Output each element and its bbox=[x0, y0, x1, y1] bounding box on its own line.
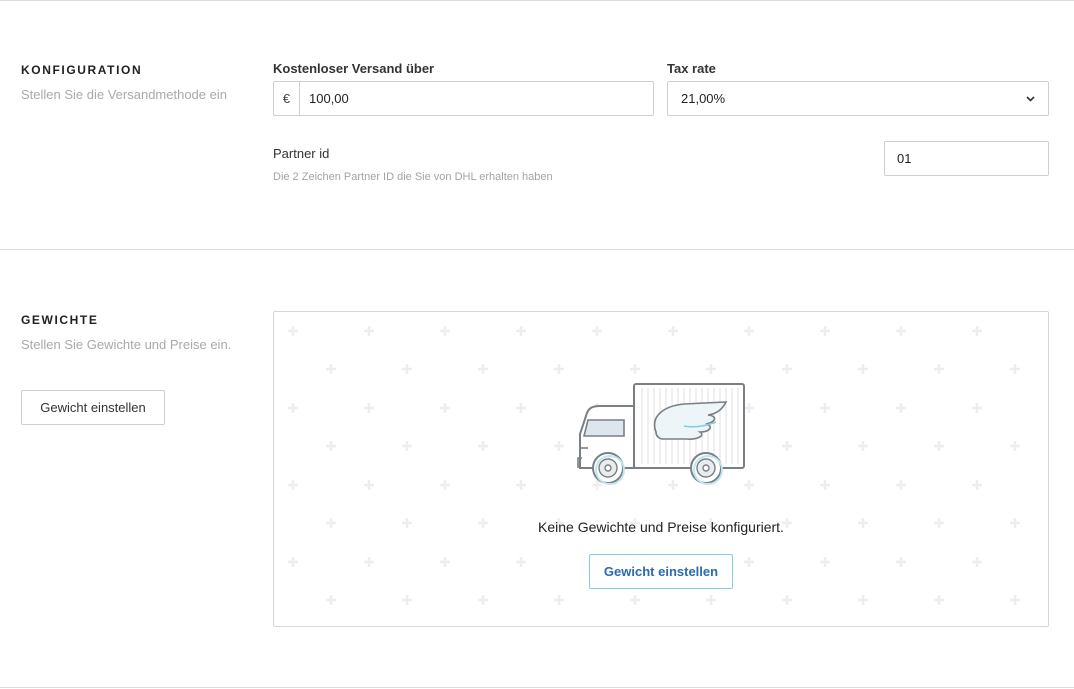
empty-state-card: Keine Gewichte und Preise konfiguriert. … bbox=[273, 311, 1049, 627]
partner-id-input[interactable]: 01 bbox=[884, 141, 1049, 176]
free-shipping-label: Kostenloser Versand über bbox=[273, 61, 435, 76]
set-weight-primary-button[interactable]: Gewicht einstellen bbox=[589, 554, 733, 589]
partner-id-help: Die 2 Zeichen Partner ID die Sie von DHL… bbox=[273, 171, 553, 183]
delivery-truck-icon bbox=[577, 383, 745, 485]
tax-rate-value: 21,00% bbox=[681, 91, 726, 106]
bottom-divider bbox=[0, 687, 1074, 688]
section-divider bbox=[0, 249, 1074, 250]
currency-prefix: € bbox=[274, 82, 300, 115]
free-shipping-value: 100,00 bbox=[309, 91, 349, 106]
set-weight-button[interactable]: Gewicht einstellen bbox=[21, 390, 165, 425]
partner-id-label: Partner id bbox=[273, 146, 330, 161]
empty-state-message: Keine Gewichte und Preise konfiguriert. bbox=[538, 519, 784, 535]
chevron-down-icon bbox=[1026, 95, 1036, 103]
free-shipping-input[interactable]: € 100,00 bbox=[273, 81, 654, 116]
konfiguration-subtitle: Stellen Sie die Versandmethode ein bbox=[21, 87, 227, 102]
top-divider bbox=[0, 0, 1074, 1]
tax-rate-label: Tax rate bbox=[667, 61, 716, 76]
gewichte-subtitle: Stellen Sie Gewichte und Preise ein. bbox=[21, 337, 232, 352]
tax-rate-select[interactable]: 21,00% bbox=[667, 81, 1049, 116]
konfiguration-title: KONFIGURATION bbox=[21, 63, 143, 77]
partner-id-value: 01 bbox=[897, 151, 912, 166]
gewichte-title: GEWICHTE bbox=[21, 313, 99, 327]
